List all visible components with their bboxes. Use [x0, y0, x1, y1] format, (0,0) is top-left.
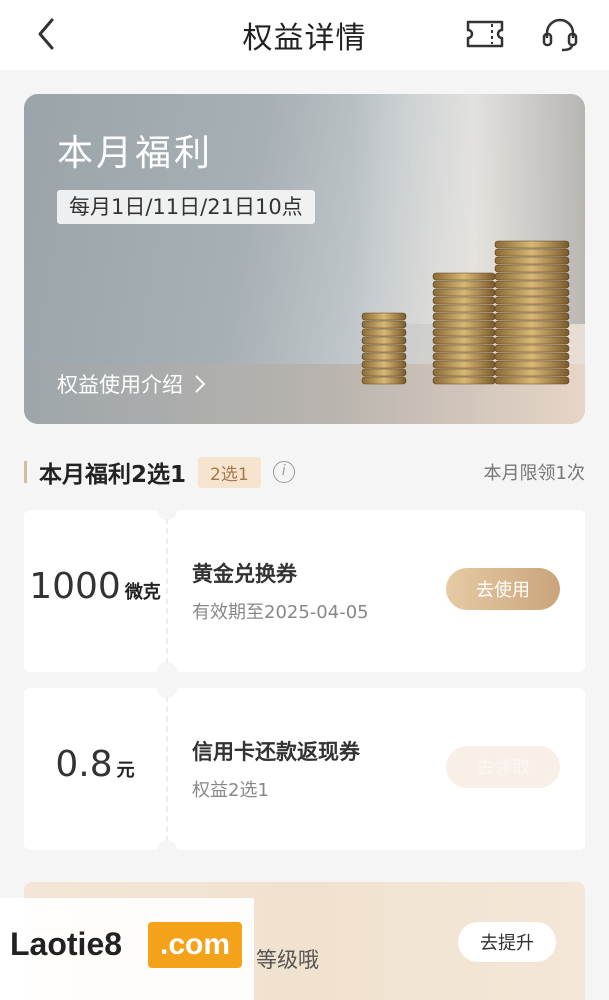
- coupon-amount: 0.8: [55, 744, 113, 785]
- monthly-benefit-banner[interactable]: 本月福利 每月1日/11日/21日10点 权益使用介绍: [24, 94, 585, 424]
- back-arrow-icon[interactable]: [28, 14, 68, 54]
- coin: [432, 320, 496, 329]
- coin: [432, 272, 496, 281]
- coin: [494, 344, 570, 353]
- coin: [494, 368, 570, 377]
- section-accent-bar: [24, 461, 27, 483]
- coupon-card-gold: 1000 微克 黄金兑换券 有效期至2025-04-05 去使用: [24, 510, 585, 672]
- coin: [432, 352, 496, 361]
- coin: [494, 320, 570, 329]
- upgrade-text: 等级哦: [256, 948, 319, 972]
- coin: [432, 288, 496, 297]
- coin: [432, 360, 496, 369]
- coin: [494, 328, 570, 337]
- coin: [494, 264, 570, 273]
- usage-intro-link[interactable]: 权益使用介绍: [57, 369, 207, 399]
- coin-stacks-image: [361, 240, 570, 385]
- coin: [432, 312, 496, 321]
- coupon-card-cashback: 0.8 元 信用卡还款返现券 权益2选1 去领取: [24, 688, 585, 850]
- use-coupon-button[interactable]: 去使用: [446, 568, 560, 610]
- watermark-site-name: Laotie8: [10, 926, 123, 962]
- coin: [432, 344, 496, 353]
- coin: [432, 368, 496, 377]
- page-title: 权益详情: [242, 21, 367, 56]
- coin: [361, 352, 407, 361]
- watermark-tld: .com: [148, 922, 242, 968]
- coupon-name: 信用卡还款返现券: [192, 740, 360, 764]
- claim-limit-text: 本月限领1次: [483, 463, 585, 484]
- info-icon[interactable]: i: [272, 461, 295, 483]
- coin: [494, 336, 570, 345]
- coin: [361, 376, 407, 385]
- coin: [361, 336, 407, 345]
- schedule-badge: 每月1日/11日/21日10点: [57, 190, 315, 224]
- coin: [494, 256, 570, 265]
- choice-tag: 2选1: [198, 456, 261, 488]
- coin: [494, 376, 570, 385]
- usage-intro-label: 权益使用介绍: [57, 373, 183, 397]
- claim-coupon-button[interactable]: 去领取: [446, 746, 560, 788]
- coin: [432, 336, 496, 345]
- coupon-value: 1000 微克: [24, 510, 166, 672]
- coin: [494, 360, 570, 369]
- coin: [494, 272, 570, 281]
- chevron-right-icon: [195, 375, 206, 393]
- coin: [361, 368, 407, 377]
- section-title: 本月福利2选1: [39, 462, 187, 488]
- coin: [494, 352, 570, 361]
- coin: [361, 312, 407, 321]
- site-watermark: Laotie8 .com: [0, 898, 254, 1000]
- coin: [494, 240, 570, 249]
- headset-icon[interactable]: [540, 14, 580, 54]
- banner-headline: 本月福利: [57, 133, 214, 174]
- coupon-unit: 微克: [124, 582, 161, 603]
- coin: [494, 312, 570, 321]
- coin: [494, 248, 570, 257]
- coin: [361, 360, 407, 369]
- section-header: 本月福利2选1 2选1 i 本月限领1次: [24, 452, 585, 492]
- coupon-amount: 1000: [29, 566, 121, 607]
- coin: [432, 376, 496, 385]
- coupon-divider: [166, 518, 168, 664]
- upgrade-button[interactable]: 去提升: [458, 922, 556, 962]
- coin: [432, 280, 496, 289]
- coupon-value: 0.8 元: [24, 688, 166, 850]
- coin: [361, 344, 407, 353]
- coin: [494, 288, 570, 297]
- coupon-name: 黄金兑换券: [192, 562, 297, 586]
- coin: [494, 304, 570, 313]
- ticket-icon[interactable]: [464, 14, 506, 54]
- coin: [361, 320, 407, 329]
- coin: [494, 296, 570, 305]
- coupon-unit: 元: [116, 760, 135, 781]
- coin: [432, 304, 496, 313]
- coin: [432, 328, 496, 337]
- coin: [361, 328, 407, 337]
- coupon-note: 权益2选1: [192, 780, 269, 801]
- coin: [494, 280, 570, 289]
- coupon-divider: [166, 696, 168, 842]
- coupon-validity: 有效期至2025-04-05: [192, 602, 369, 623]
- coin: [432, 296, 496, 305]
- top-nav-bar: 权益详情: [0, 0, 609, 70]
